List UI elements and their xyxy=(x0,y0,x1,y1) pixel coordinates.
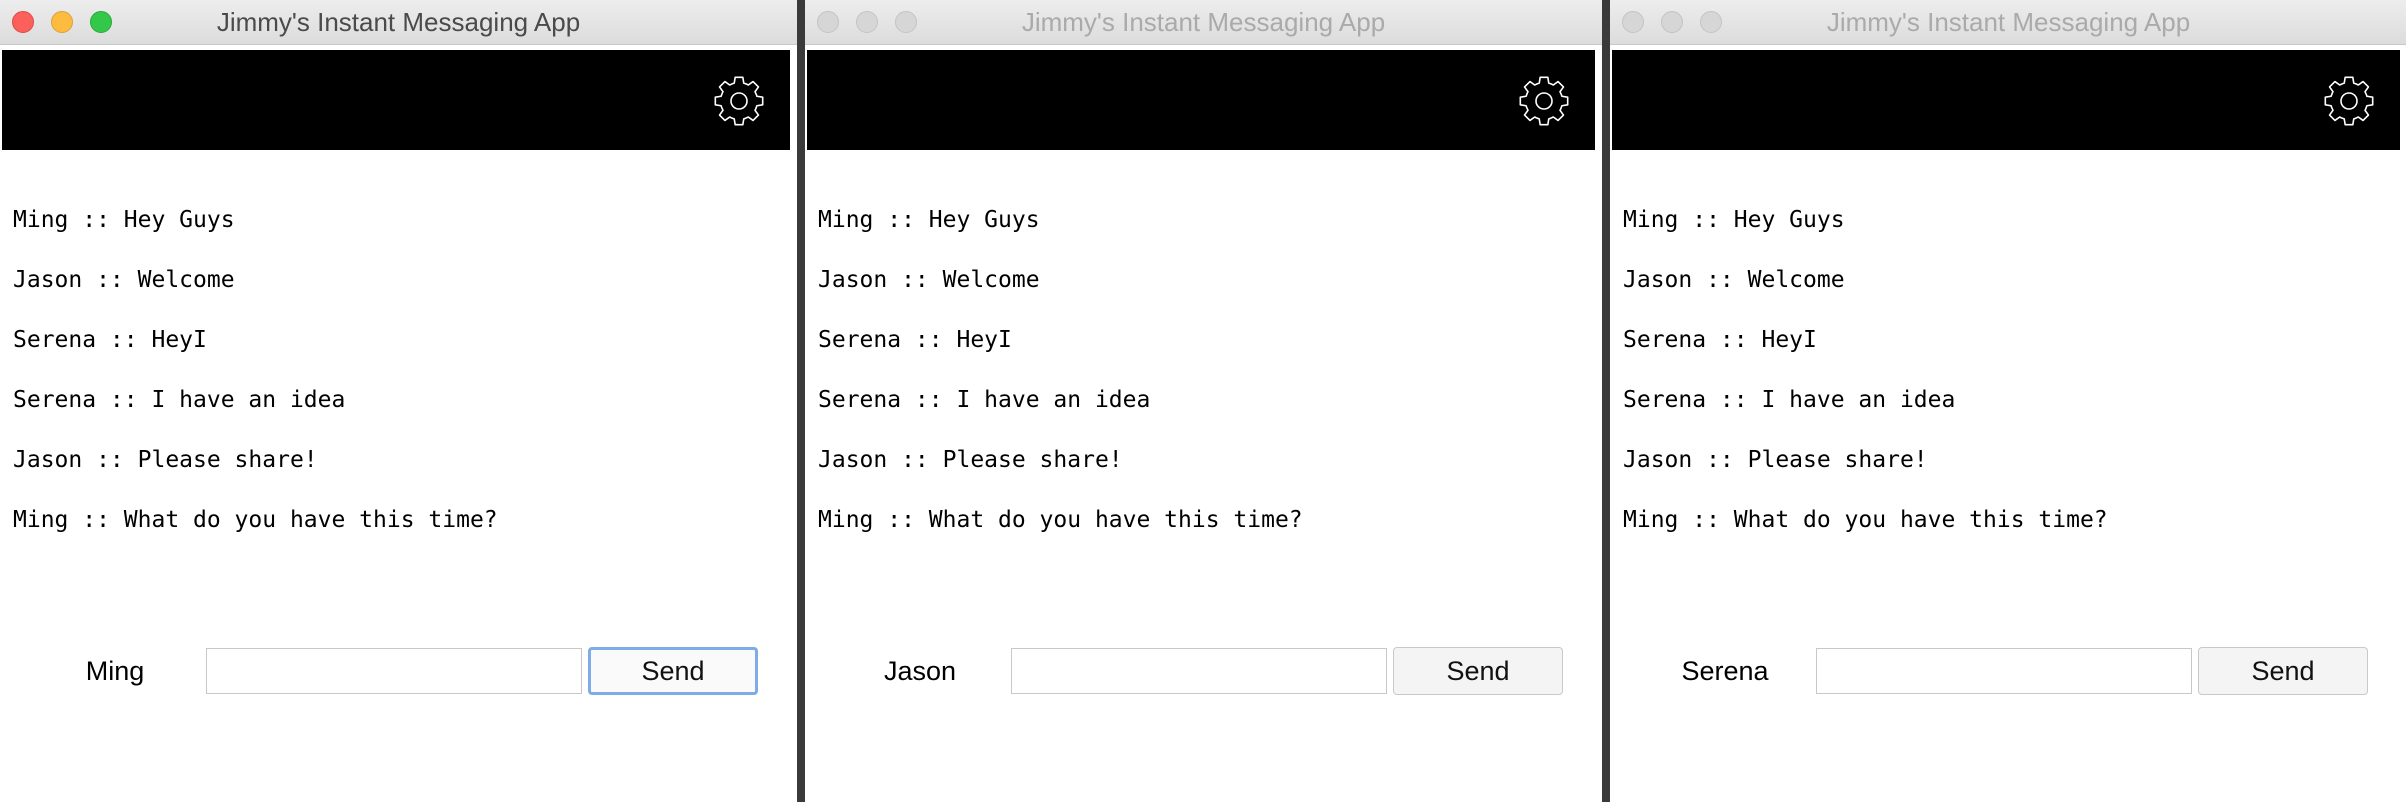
chat-window-ming: Jimmy's Instant Messaging App Ming :: He… xyxy=(0,0,797,802)
gear-icon xyxy=(2322,74,2376,128)
message-item: Serena :: I have an idea xyxy=(1623,387,1956,413)
message-item: Jason :: Welcome xyxy=(13,267,235,293)
composer: Jason Send xyxy=(805,645,1602,697)
username-label: Serena xyxy=(1681,656,1769,686)
send-button[interactable]: Send xyxy=(2198,647,2368,695)
settings-button[interactable] xyxy=(712,74,766,128)
chat-window-serena: Jimmy's Instant Messaging App Ming :: He… xyxy=(1610,0,2406,802)
settings-button[interactable] xyxy=(1517,74,1571,128)
header-bar xyxy=(1612,50,2400,150)
message-item: Ming :: Hey Guys xyxy=(818,207,1040,233)
message-item: Ming :: What do you have this time? xyxy=(818,507,1303,533)
message-item: Jason :: Please share! xyxy=(13,447,318,473)
header-bar xyxy=(807,50,1595,150)
window-title: Jimmy's Instant Messaging App xyxy=(1021,7,1386,37)
message-item: Serena :: HeyI xyxy=(13,327,207,353)
message-input[interactable] xyxy=(1816,648,2192,694)
title-bar[interactable]: Jimmy's Instant Messaging App xyxy=(0,0,797,45)
settings-button[interactable] xyxy=(2322,74,2376,128)
message-item: Ming :: Hey Guys xyxy=(13,207,235,233)
window-title: Jimmy's Instant Messaging App xyxy=(1826,7,2191,37)
message-item: Serena :: I have an idea xyxy=(818,387,1151,413)
message-item: Jason :: Welcome xyxy=(1623,267,1845,293)
send-button[interactable]: Send xyxy=(588,647,758,695)
message-item: Serena :: HeyI xyxy=(818,327,1012,353)
header-bar xyxy=(2,50,790,150)
message-list: Ming :: Hey Guys Jason :: Welcome Serena… xyxy=(13,200,773,560)
message-input[interactable] xyxy=(206,648,582,694)
message-item: Jason :: Welcome xyxy=(818,267,1040,293)
message-item: Jason :: Please share! xyxy=(1623,447,1928,473)
title-bar[interactable]: Jimmy's Instant Messaging App xyxy=(805,0,1602,45)
message-item: Ming :: What do you have this time? xyxy=(13,507,498,533)
desktop: Jimmy's Instant Messaging App Ming :: He… xyxy=(0,0,2406,802)
message-item: Serena :: I have an idea xyxy=(13,387,346,413)
window-title: Jimmy's Instant Messaging App xyxy=(216,7,581,37)
gear-icon xyxy=(1517,74,1571,128)
chat-window-jason: Jimmy's Instant Messaging App Ming :: He… xyxy=(805,0,1602,802)
message-item: Ming :: What do you have this time? xyxy=(1623,507,2108,533)
message-item: Ming :: Hey Guys xyxy=(1623,207,1845,233)
send-button[interactable]: Send xyxy=(1393,647,1563,695)
message-item: Jason :: Please share! xyxy=(818,447,1123,473)
title-bar[interactable]: Jimmy's Instant Messaging App xyxy=(1610,0,2406,45)
message-list: Ming :: Hey Guys Jason :: Welcome Serena… xyxy=(818,200,1578,560)
message-input[interactable] xyxy=(1011,648,1387,694)
message-item: Serena :: HeyI xyxy=(1623,327,1817,353)
username-label: Ming xyxy=(85,656,145,686)
composer: Ming Send xyxy=(0,645,797,697)
username-label: Jason xyxy=(883,656,957,686)
composer: Serena Send xyxy=(1610,645,2406,697)
message-list: Ming :: Hey Guys Jason :: Welcome Serena… xyxy=(1623,200,2383,560)
gear-icon xyxy=(712,74,766,128)
